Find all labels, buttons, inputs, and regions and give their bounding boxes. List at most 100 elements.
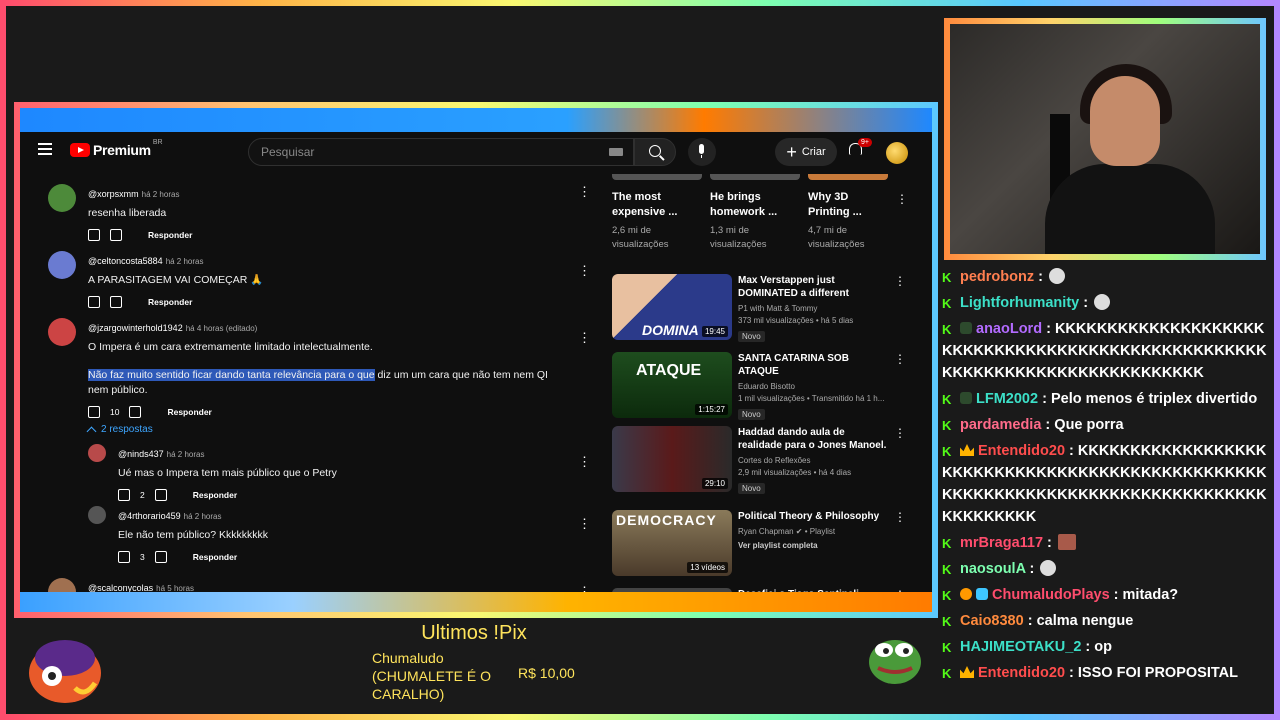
- chat-username[interactable]: HAJIMEOTAKU_2: [960, 639, 1081, 655]
- dislike-icon[interactable]: [154, 489, 167, 501]
- keyboard-icon[interactable]: [609, 148, 623, 156]
- more-options-icon[interactable]: ⋮: [894, 510, 906, 524]
- chat-username[interactable]: Lightforhumanity: [960, 295, 1079, 311]
- playlist-item[interactable]: DEMOCRACY 13 vídeos Political Theory & P…: [612, 510, 912, 580]
- chat-text: op: [1094, 639, 1112, 655]
- more-options-icon[interactable]: ⋮: [578, 330, 591, 346]
- video-channel[interactable]: Cortes do Reflexões: [738, 455, 888, 466]
- like-icon[interactable]: [88, 406, 100, 418]
- playlist-thumbnail[interactable]: DEMOCRACY 13 vídeos: [612, 510, 732, 576]
- comment-time[interactable]: há 4 horas (editado): [186, 324, 258, 333]
- notifications-button[interactable]: 9+: [849, 138, 872, 157]
- dislike-icon[interactable]: [129, 406, 142, 418]
- short-item[interactable]: He brings homework ... 1,3 mi de visuali…: [710, 174, 800, 252]
- more-options-icon[interactable]: ⋮: [894, 352, 906, 366]
- youtube-logo[interactable]: Premium BR: [70, 139, 163, 158]
- dislike-icon[interactable]: [110, 229, 122, 241]
- chat-username[interactable]: Entendido20: [978, 665, 1065, 681]
- like-icon[interactable]: [118, 489, 130, 501]
- search-box[interactable]: [248, 138, 634, 166]
- search-input[interactable]: [249, 139, 593, 165]
- comment-author[interactable]: @jzargowinterhold1942: [88, 323, 183, 333]
- reply-author[interactable]: @4rthorario459: [118, 511, 181, 521]
- more-options-icon[interactable]: ⋮: [578, 263, 591, 279]
- chat-username[interactable]: Entendido20: [978, 443, 1065, 459]
- reply-button[interactable]: Responder: [148, 297, 192, 307]
- emote-icon: [1057, 534, 1076, 550]
- video-title[interactable]: Max Verstappen just DOMINATED a differen…: [738, 274, 888, 300]
- reply-time[interactable]: há 2 horas: [167, 450, 205, 459]
- more-options-icon[interactable]: ⋮: [894, 426, 906, 440]
- account-avatar[interactable]: [886, 142, 908, 164]
- reply-time[interactable]: há 2 horas: [184, 512, 222, 521]
- comment-author[interactable]: @xorpsxmm: [88, 189, 139, 199]
- thumbnail-text: DOMINA: [642, 322, 699, 338]
- chat-username[interactable]: Caio8380: [960, 613, 1024, 629]
- like-icon[interactable]: [118, 551, 130, 563]
- video-channel[interactable]: Eduardo Bisotto: [738, 381, 888, 392]
- search-button[interactable]: [634, 138, 676, 166]
- video-title[interactable]: SANTA CATARINA SOB ATAQUE: [738, 352, 888, 378]
- dislike-icon[interactable]: [154, 551, 167, 563]
- view-playlist-link[interactable]: Ver playlist completa: [738, 540, 888, 551]
- reply-button[interactable]: Responder: [193, 490, 237, 500]
- comment-text: O Impera é um cara extremamente limitado…: [88, 341, 373, 353]
- more-options-icon[interactable]: ⋮: [578, 454, 591, 470]
- playlist-channel[interactable]: Ryan Chapman ✔ • Playlist: [738, 526, 888, 537]
- short-thumbnail[interactable]: [808, 174, 888, 180]
- chat-message: pedrobonz :: [942, 266, 1272, 289]
- comment-time[interactable]: há 2 horas: [142, 190, 180, 199]
- short-title[interactable]: Why 3D Printing ...: [808, 190, 888, 220]
- chat-username[interactable]: LFM2002: [976, 391, 1038, 407]
- video-item[interactable]: 29:10 Haddad dando aula de realidade par…: [612, 426, 912, 496]
- avatar[interactable]: [88, 506, 106, 524]
- chat-message: ChumaludoPlays : mitada?: [942, 584, 1272, 607]
- dislike-icon[interactable]: [110, 296, 122, 308]
- like-icon[interactable]: [88, 229, 100, 241]
- chat-username[interactable]: pardamedia: [960, 417, 1041, 433]
- reply-button[interactable]: Responder: [148, 230, 192, 240]
- create-button[interactable]: + Criar: [775, 138, 837, 166]
- more-options-icon[interactable]: ⋮: [578, 516, 591, 532]
- avatar[interactable]: [88, 444, 106, 462]
- video-item[interactable]: ATAQUE 1:15:27 SANTA CATARINA SOB ATAQUE…: [612, 352, 912, 422]
- chat-username[interactable]: ChumaludoPlays: [992, 587, 1110, 603]
- chat-username[interactable]: pedrobonz: [960, 269, 1034, 285]
- video-thumbnail[interactable]: DOMINA 19:45: [612, 274, 732, 340]
- short-item[interactable]: The most expensive ... 2,6 mi de visuali…: [612, 174, 702, 252]
- reply-button[interactable]: Responder: [167, 407, 211, 417]
- avatar[interactable]: [48, 184, 76, 212]
- chat-username[interactable]: mrBraga117: [960, 535, 1043, 551]
- video-title[interactable]: Haddad dando aula de realidade para o Jo…: [738, 426, 888, 452]
- like-count: 2: [140, 490, 145, 500]
- chat-message: Caio8380 : calma nengue: [942, 610, 1272, 633]
- video-thumbnail[interactable]: 29:10: [612, 426, 732, 492]
- more-options-icon[interactable]: ⋮: [578, 184, 591, 200]
- video-channel[interactable]: P1 with Matt & Tommy: [738, 303, 888, 314]
- short-title[interactable]: He brings homework ...: [710, 190, 800, 220]
- playlist-title[interactable]: Political Theory & Philosophy: [738, 510, 888, 523]
- short-title[interactable]: The most expensive ...: [612, 190, 702, 220]
- video-thumbnail[interactable]: ATAQUE 1:15:27: [612, 352, 732, 418]
- reply-button[interactable]: Responder: [193, 552, 237, 562]
- short-thumbnail[interactable]: [710, 174, 800, 180]
- chat-username[interactable]: anaoLord: [976, 321, 1042, 337]
- comment-author[interactable]: @celtoncosta5884: [88, 256, 163, 266]
- comment-time[interactable]: há 2 horas: [166, 257, 204, 266]
- more-options-icon[interactable]: ⋮: [894, 274, 906, 288]
- like-icon[interactable]: [88, 296, 100, 308]
- stream-chat: pedrobonz : Lightforhumanity : anaoLord …: [942, 266, 1272, 688]
- avatar[interactable]: [48, 251, 76, 279]
- chat-username[interactable]: naosoulA: [960, 561, 1026, 577]
- replies-toggle[interactable]: 2 respostas: [86, 424, 568, 436]
- voice-search-button[interactable]: [688, 138, 716, 166]
- kick-badge-icon: [942, 319, 954, 341]
- reply-author[interactable]: @ninds437: [118, 449, 164, 459]
- short-item[interactable]: Why 3D Printing ... 4,7 mi de visualizaç…: [808, 174, 888, 252]
- more-options-icon[interactable]: ⋮: [896, 192, 908, 252]
- kick-badge-icon: [942, 533, 954, 555]
- video-item[interactable]: DOMINA 19:45 Max Verstappen just DOMINAT…: [612, 274, 912, 344]
- menu-icon[interactable]: [38, 143, 52, 155]
- avatar[interactable]: [48, 318, 76, 346]
- short-thumbnail[interactable]: [612, 174, 702, 180]
